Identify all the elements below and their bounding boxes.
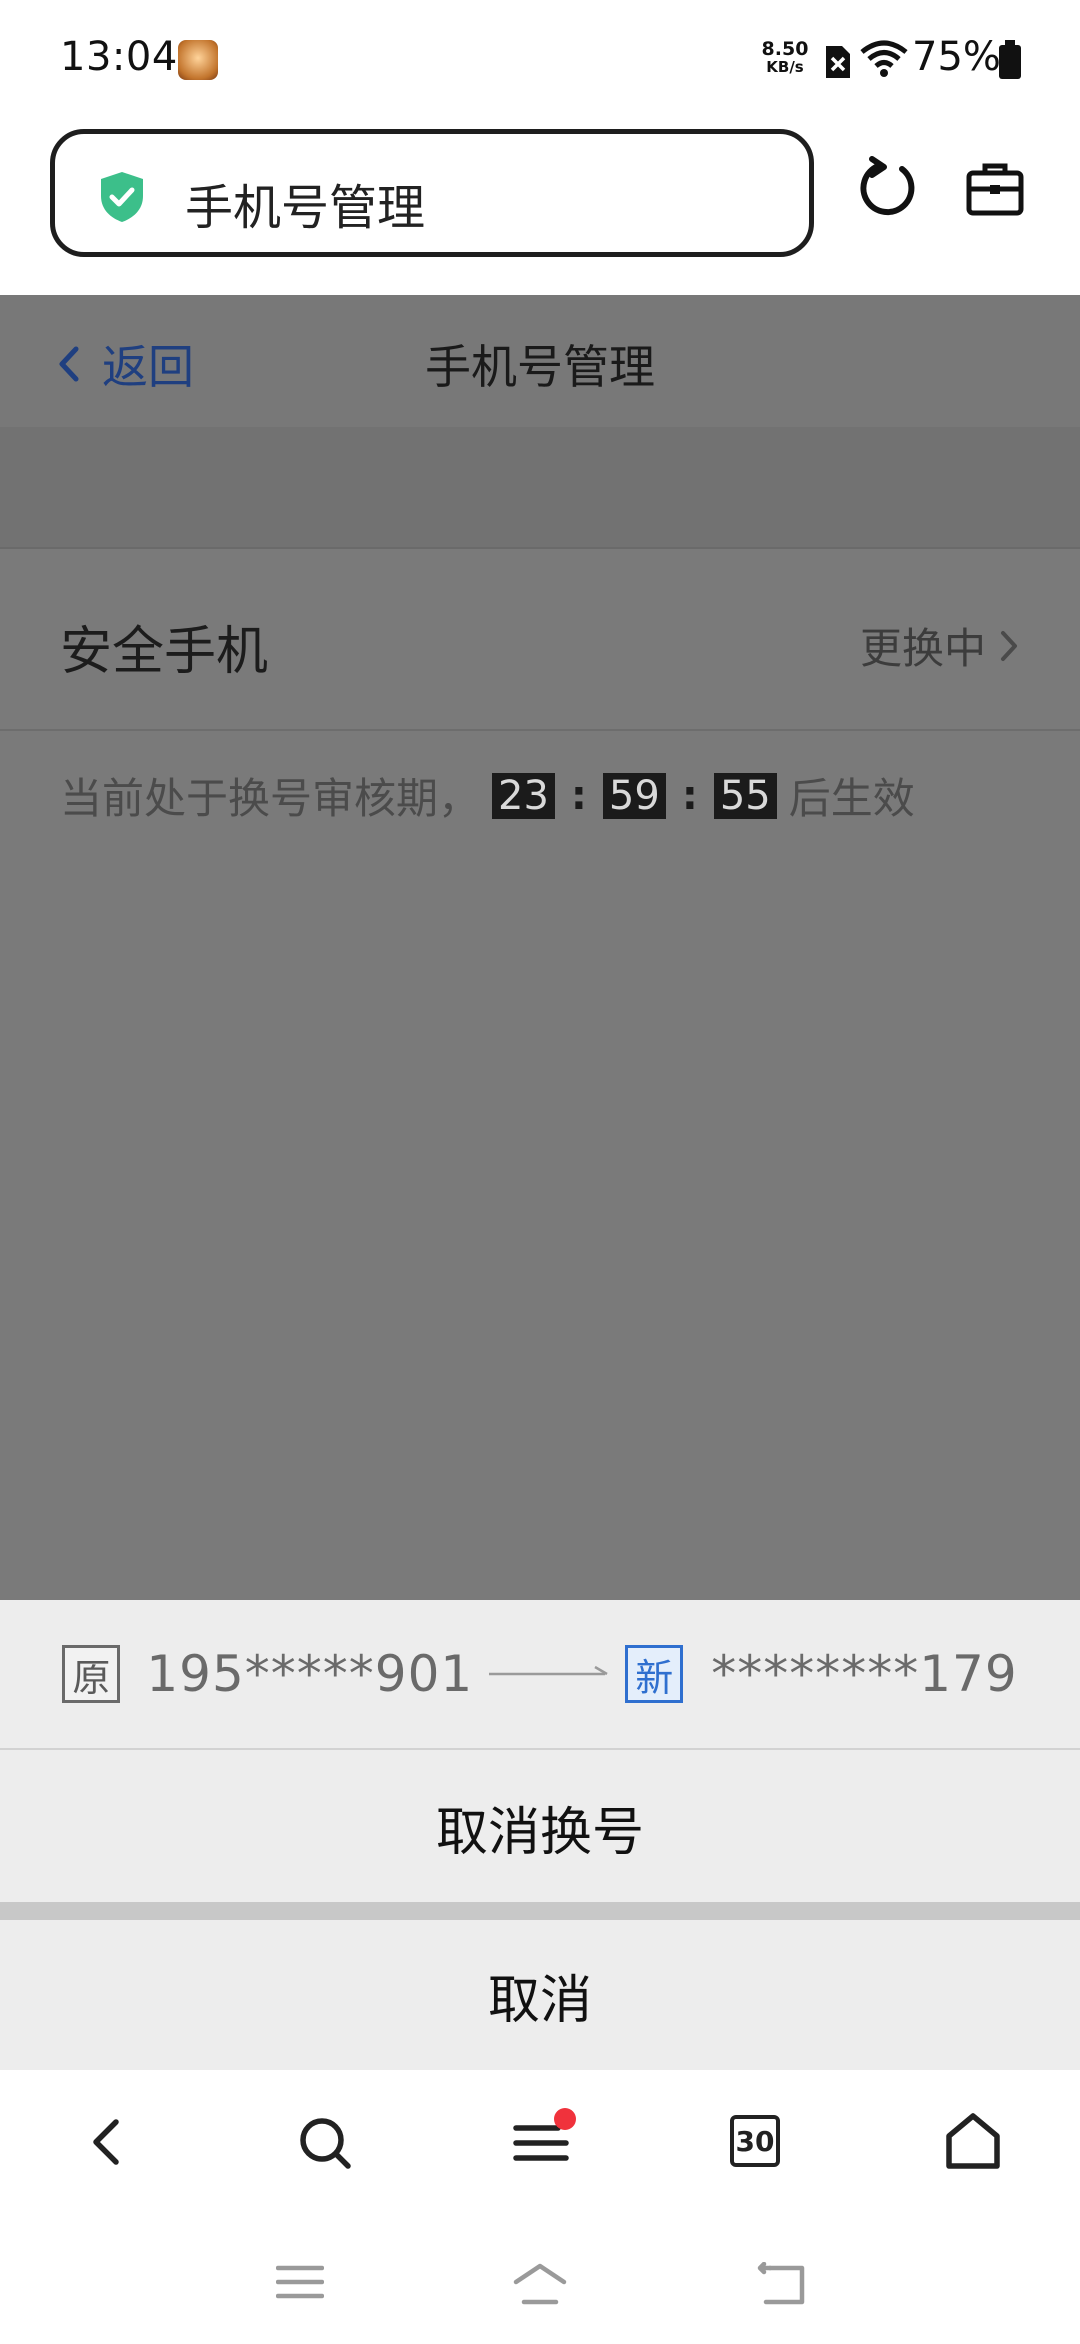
tabs-icon[interactable]: 30 <box>730 2115 780 2167</box>
status-bar: 13:04 8.50 KB/s 75% <box>0 0 1080 125</box>
security-phone-row[interactable]: 安全手机 更换中 <box>0 551 1080 731</box>
review-notice: 当前处于换号审核期， 23 : 59 : 55 后生效 <box>60 765 915 826</box>
wifi-icon <box>860 40 908 77</box>
home-icon[interactable] <box>944 2110 1002 2174</box>
system-back-icon[interactable] <box>756 2262 808 2306</box>
browser-url-bar: 手机号管理 <box>0 125 1080 295</box>
security-phone-label: 安全手机 <box>60 622 269 682</box>
action-sheet: 原 195*****901 新 ********179 取消换号 取消 <box>0 1600 1080 2070</box>
countdown-colon: : <box>681 772 698 819</box>
notification-dot <box>554 2108 576 2130</box>
battery-percent: 75% <box>912 34 1001 80</box>
old-number: 195*****901 <box>146 1645 474 1703</box>
notice-suffix: 后生效 <box>788 774 915 823</box>
sheet-divider <box>0 1902 1080 1920</box>
back-icon[interactable] <box>86 2110 126 2174</box>
old-number-tag: 原 <box>62 1645 121 1703</box>
notice-prefix: 当前处于换号审核期， <box>60 774 481 823</box>
number-change-info: 原 195*****901 新 ********179 <box>0 1600 1080 1750</box>
system-home-icon[interactable] <box>512 2262 568 2306</box>
arrow-right-icon <box>489 1665 608 1676</box>
new-number-tag: 新 <box>625 1645 684 1703</box>
system-navigation-bar <box>0 2220 1080 2344</box>
search-icon[interactable] <box>296 2110 356 2174</box>
countdown-hours: 23 <box>492 772 555 819</box>
countdown-seconds: 55 <box>713 772 777 819</box>
shield-check-icon <box>101 172 143 222</box>
cancel-button[interactable]: 取消 <box>0 1920 1080 2070</box>
network-speed-value: 8.50 <box>761 38 809 60</box>
chevron-left-icon <box>59 346 79 382</box>
back-link[interactable]: 返回 <box>58 331 194 397</box>
back-label: 返回 <box>102 340 194 394</box>
toolbox-icon[interactable] <box>965 161 1025 217</box>
countdown-minutes: 59 <box>602 772 666 819</box>
address-field[interactable]: 手机号管理 <box>50 129 814 257</box>
new-number: ********179 <box>711 1645 1018 1703</box>
recents-icon[interactable] <box>276 2262 324 2302</box>
page-nav-bar: 手机号管理 返回 <box>0 295 1080 427</box>
network-speed: 8.50 KB/s <box>755 38 815 77</box>
notification-app-icon <box>178 40 218 80</box>
no-sim-icon <box>826 46 850 78</box>
section-spacer <box>0 427 1080 549</box>
security-phone-status: 更换中 <box>860 615 1018 676</box>
countdown-colon: : <box>570 772 587 819</box>
browser-toolbar: 30 <box>0 2070 1080 2220</box>
battery-icon <box>999 40 1021 79</box>
status-text: 更换中 <box>859 624 986 673</box>
page-content: 手机号管理 返回 安全手机 更换中 当前处于换号审核期， 23 : 59 : 5… <box>0 295 1080 1600</box>
refresh-icon[interactable] <box>858 155 920 221</box>
chevron-right-icon <box>1001 630 1017 661</box>
network-speed-unit: KB/s <box>766 58 804 76</box>
status-time: 13:04 <box>60 34 178 80</box>
cancel-number-change-button[interactable]: 取消换号 <box>0 1752 1080 1902</box>
address-title: 手机号管理 <box>185 180 426 236</box>
